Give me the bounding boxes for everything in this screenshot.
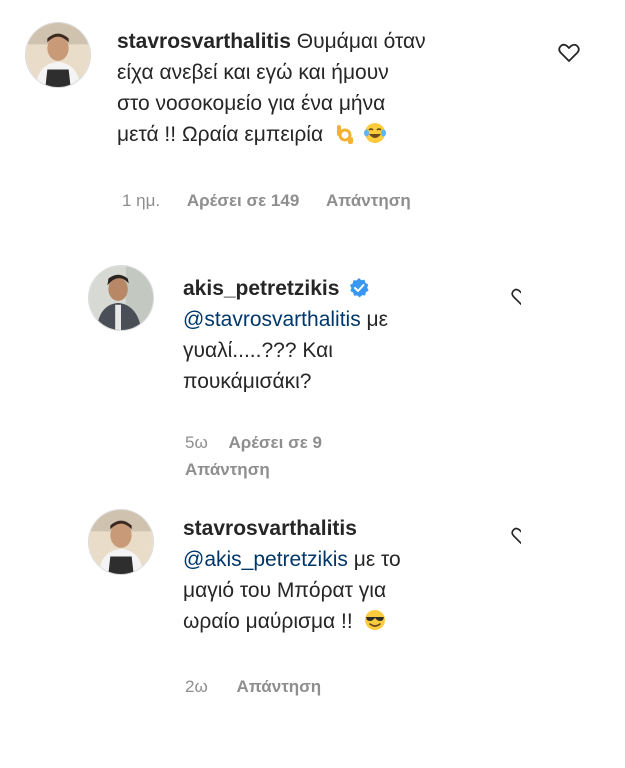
ok-hand-emoji (333, 123, 355, 154)
user-photo-icon (26, 23, 90, 87)
like-button[interactable] (558, 43, 580, 63)
like-button[interactable] (511, 527, 521, 545)
comment-username[interactable]: stavrosvarthalitis (117, 30, 291, 53)
like-button[interactable] (511, 288, 521, 306)
sunglasses-emoji (363, 608, 387, 641)
verified-badge-icon (349, 278, 369, 298)
comment-text-line: μετά !! Ωραία εμπειρία (117, 123, 324, 146)
comment-mention[interactable]: @stavrosvarthalitis (183, 308, 361, 331)
avatar-stavrosvarthalitis[interactable] (25, 22, 91, 88)
comment-likes[interactable]: Αρέσει σε 9 (228, 433, 321, 452)
comment-mention[interactable]: @akis_petretzikis (183, 548, 348, 571)
comment-username[interactable]: akis_petretzikis (183, 277, 339, 300)
user-photo-icon (89, 510, 153, 574)
comment-time[interactable]: 5ω (185, 433, 208, 452)
comment-text-line: μαγιό του Μπόρατ για (183, 579, 387, 602)
comment-text-line: με το (353, 548, 401, 571)
comment-time[interactable]: 1 ημ. (122, 191, 160, 210)
heart-outline-icon (558, 43, 580, 62)
reply-button[interactable]: Απάντηση (326, 191, 411, 210)
heart-outline-icon (511, 288, 521, 306)
reply-button[interactable]: Απάντηση (185, 460, 270, 479)
comment-text-line: είχα ανεβεί και εγώ και ήμουν (117, 61, 389, 84)
reply-button[interactable]: Απάντηση (236, 677, 321, 696)
comment-text-line: Θυμάμαι όταν (296, 30, 426, 53)
avatar-akis_petretzikis[interactable] (88, 265, 154, 331)
avatar-stavrosvarthalitis[interactable] (88, 509, 154, 575)
tears-of-joy-emoji (363, 121, 387, 154)
comment-text-line: γυαλί.....??? Και (183, 339, 333, 362)
comment-username[interactable]: stavrosvarthalitis (183, 517, 357, 540)
user-photo-icon (89, 266, 153, 330)
comment-text-line: με (366, 308, 389, 331)
comment-text-line: στο νοσοκομείο για ένα μήνα (117, 92, 386, 115)
comment-text-line: πουκάμισάκι? (183, 370, 312, 393)
comment-likes[interactable]: Αρέσει σε 149 (187, 191, 299, 210)
comment-text-line: ωραίο μαύρισμα !! (183, 610, 353, 633)
heart-outline-icon (511, 527, 521, 545)
comment-time[interactable]: 2ω (185, 677, 208, 696)
